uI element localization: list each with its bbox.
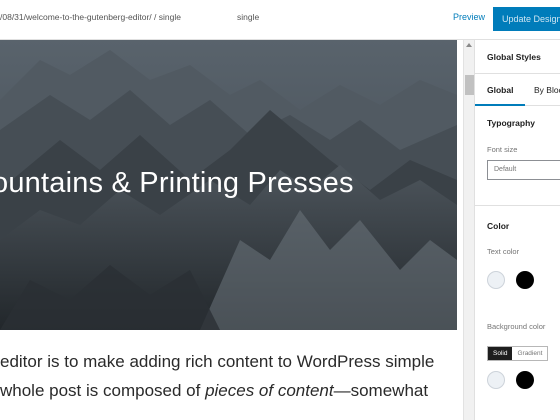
section-divider	[475, 205, 560, 206]
typography-section-title[interactable]: Typography	[487, 118, 535, 128]
font-size-label: Font size	[487, 145, 518, 154]
global-styles-sidebar: Global Styles Global By Bloc Typography …	[474, 40, 560, 420]
gradient-toggle[interactable]: Gradient	[512, 347, 548, 360]
tab-by-block[interactable]: By Bloc	[534, 85, 560, 95]
template-breadcrumb[interactable]: /08/31/welcome-to-the-gutenberg-editor/ …	[0, 12, 181, 22]
paragraph-line[interactable]: whole post is composed of pieces of cont…	[0, 381, 428, 401]
paragraph-text: —somewhat	[333, 381, 429, 400]
sidebar-title: Global Styles	[487, 52, 541, 62]
scroll-up-arrow-icon[interactable]	[466, 43, 472, 47]
font-size-select[interactable]: Default	[487, 160, 560, 180]
cover-title[interactable]: ountains & Printing Presses	[0, 167, 354, 200]
sidebar-tabs: Global By Bloc	[475, 73, 560, 106]
text-color-swatch-light[interactable]	[487, 271, 505, 289]
text-color-swatch-black[interactable]	[516, 271, 534, 289]
cover-block[interactable]: ountains & Printing Presses	[0, 40, 457, 330]
paragraph-line[interactable]: editor is to make adding rich content to…	[0, 352, 434, 372]
update-design-button[interactable]: Update Design	[493, 7, 560, 31]
active-tab-indicator	[475, 104, 525, 106]
preview-button[interactable]: Preview	[453, 12, 485, 22]
background-color-label: Background color	[487, 322, 546, 331]
canvas-scrollbar[interactable]	[463, 40, 474, 420]
background-color-swatch-light[interactable]	[487, 371, 505, 389]
editor-top-bar: /08/31/welcome-to-the-gutenberg-editor/ …	[0, 0, 560, 40]
scroll-thumb[interactable]	[465, 75, 474, 95]
solid-toggle[interactable]: Solid	[488, 347, 513, 360]
paragraph-emphasis: pieces of content	[205, 381, 334, 400]
tab-global[interactable]: Global	[487, 85, 513, 95]
template-type-label: single	[237, 12, 260, 22]
background-color-swatch-black[interactable]	[516, 371, 534, 389]
editor-canvas: ountains & Printing Presses editor is to…	[0, 40, 463, 420]
paragraph-text: whole post is composed of	[0, 381, 206, 400]
text-color-label: Text color	[487, 247, 520, 256]
background-type-toggle: Solid Gradient	[487, 346, 549, 361]
color-section-title[interactable]: Color	[487, 221, 509, 231]
